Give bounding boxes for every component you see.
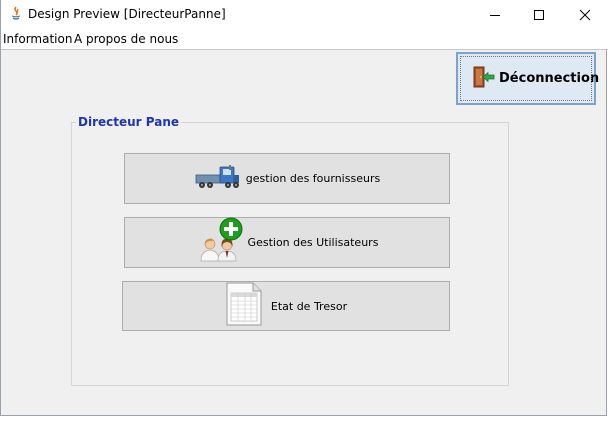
deconnexion-label: Déconnection [499, 71, 600, 86]
window-title: Design Preview [DirecteurPanne] [28, 7, 226, 21]
panel-title: Directeur Pane [76, 114, 182, 130]
close-button[interactable] [562, 0, 608, 29]
minimize-button[interactable] [472, 0, 518, 29]
close-icon [579, 9, 591, 20]
etat-de-tresor-button[interactable]: Etat de Tresor [122, 281, 450, 331]
logout-door-icon [471, 65, 495, 93]
gestion-fournisseurs-button[interactable]: gestion des fournisseurs [124, 153, 450, 204]
gestion-fournisseurs-label: gestion des fournisseurs [245, 172, 381, 185]
title-bar[interactable]: Design Preview [DirecteurPanne] [1, 0, 608, 29]
maximize-button[interactable] [516, 0, 562, 29]
maximize-icon [534, 9, 544, 20]
deconnexion-button[interactable]: Déconnection [456, 52, 600, 105]
menu-bar: Information A propos de nous [1, 29, 608, 50]
add-users-icon [196, 217, 244, 267]
truck-icon [194, 163, 242, 195]
etat-de-tresor-label: Etat de Tresor [270, 299, 348, 313]
menu-information[interactable]: Information [3, 31, 72, 47]
gestion-utilisateurs-label: Gestion des Utilisateurs [247, 236, 379, 249]
application-window: Design Preview [DirecteurPanne] Informat… [0, 0, 608, 416]
gestion-utilisateurs-button[interactable]: Gestion des Utilisateurs [124, 217, 450, 268]
menu-a-propos[interactable]: A propos de nous [74, 31, 178, 47]
spreadsheet-document-icon [225, 281, 263, 331]
minimize-icon [490, 14, 500, 16]
java-app-icon [8, 5, 24, 21]
